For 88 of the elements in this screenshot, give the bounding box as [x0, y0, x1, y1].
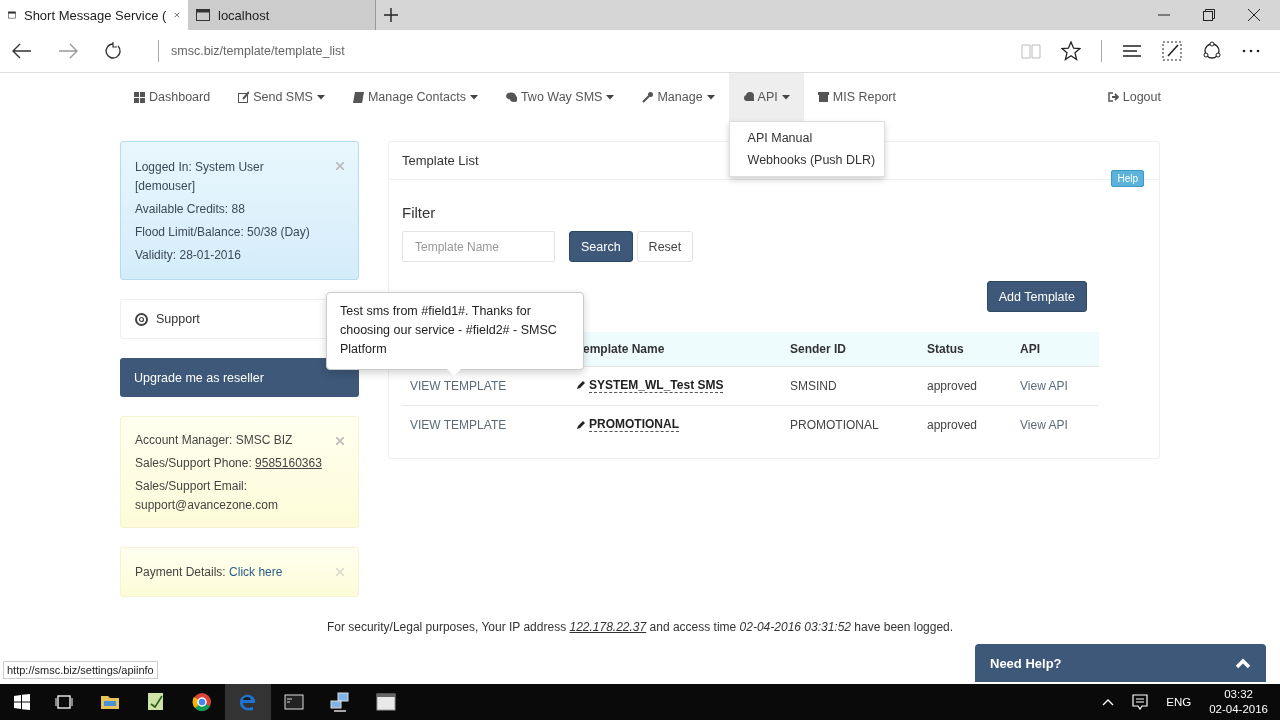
view-api-link[interactable]: View API — [1020, 417, 1068, 432]
contact-text: Sales/Support Email: support@avancezone.com — [135, 478, 279, 514]
pencil-icon — [576, 380, 586, 391]
table-cell: approved — [927, 378, 978, 393]
menu-item[interactable]: Webhooks (Push DLR) — [729, 149, 884, 171]
template-name-link[interactable]: SYSTEM_WL_Test SMS — [576, 377, 724, 393]
template-name-field[interactable]: Template Name — [402, 231, 555, 262]
archive-icon — [817, 91, 829, 103]
window-icon — [376, 692, 396, 712]
payment-text: Payment Details: Click here — [135, 564, 284, 581]
sign-out-icon — [1107, 91, 1119, 103]
table-cell: PROMOTIONAL — [790, 417, 879, 432]
caret-icon — [316, 94, 325, 100]
add-template-button[interactable]: Add Template — [986, 281, 1087, 312]
nav-item[interactable]: API — [728, 73, 804, 121]
caret-icon — [706, 94, 715, 100]
table-cell: SMSIND — [790, 378, 837, 393]
status-url: http://smsc.biz/settings/apiinfo — [3, 661, 158, 679]
table-cell: approved — [927, 417, 978, 432]
notification-icon[interactable] — [1132, 694, 1149, 710]
pencil-icon — [576, 419, 586, 430]
info-text: Flood Limit/Balance: 50/38 (Day) — [135, 224, 311, 241]
notepad-icon — [146, 692, 166, 712]
click-here-link[interactable]: Click here — [229, 565, 283, 579]
phone-link[interactable]: 9585160363 — [255, 456, 322, 470]
wrench-icon — [642, 91, 654, 103]
security-notice: For security/Legal purposes, Your IP address 122.178.22.37 and access time 02-04-2016 03:31:52 have been logged. — [325, 620, 955, 634]
address-field[interactable]: smsc.biz/template/template_list — [171, 44, 345, 58]
share-icon[interactable] — [1202, 41, 1222, 61]
refresh-icon[interactable] — [104, 42, 122, 60]
reset-button[interactable]: Reset — [636, 231, 694, 262]
chrome-icon — [192, 692, 212, 712]
hub-icon[interactable] — [1122, 44, 1142, 58]
search-button[interactable]: Search — [569, 231, 633, 262]
back-icon[interactable] — [12, 43, 32, 59]
nav-item[interactable]: Send SMS — [224, 73, 339, 121]
terminal-icon — [284, 692, 304, 712]
view-template-link[interactable]: VIEW TEMPLATE — [410, 417, 507, 432]
view-api-link[interactable]: View API — [1020, 378, 1068, 393]
ip-address-link[interactable]: 122.178.22.37 — [569, 620, 647, 634]
contact-text: Account Manager: SMSC BIZ — [135, 432, 294, 449]
filter-heading: Filter — [402, 204, 437, 221]
contact-text: Sales/Support Phone: 9585160363 — [135, 455, 323, 472]
browser-tab[interactable]: localhost — [188, 0, 376, 30]
nav-item[interactable]: Manage Contacts — [338, 73, 492, 121]
column-header: Status — [926, 332, 1019, 366]
column-header: API — [1019, 332, 1099, 366]
info-text: Logged In: System User [demouser] — [135, 159, 265, 195]
page-icon — [8, 9, 16, 21]
caret-icon — [469, 94, 478, 100]
task-view-icon[interactable] — [55, 695, 73, 709]
caret-icon — [781, 94, 790, 100]
panel-title: Template List — [402, 153, 479, 168]
forward-icon[interactable] — [58, 43, 78, 59]
view-template-link[interactable]: VIEW TEMPLATE — [410, 378, 507, 393]
nav-item[interactable]: Dashboard — [122, 73, 225, 121]
nav-item[interactable]: Two Way SMS — [491, 73, 629, 121]
support-link[interactable]: Support — [135, 312, 200, 326]
chevron-up-icon — [1235, 657, 1251, 669]
start-icon[interactable] — [14, 694, 30, 710]
new-tab-icon[interactable] — [384, 8, 398, 22]
nav-item[interactable]: Manage — [628, 73, 729, 121]
info-text: Validity: 28-01-2016 — [135, 247, 242, 264]
lifebuoy-icon — [135, 312, 148, 326]
star-icon[interactable] — [1061, 41, 1081, 61]
menu-item[interactable]: API Manual — [729, 127, 884, 149]
caret-icon — [606, 94, 615, 100]
language-indicator[interactable]: ENG — [1166, 696, 1192, 708]
close-icon[interactable] — [1248, 9, 1260, 21]
edit-icon — [238, 91, 250, 103]
clock-time[interactable]: 03:32 — [1224, 687, 1253, 702]
template-name-link[interactable]: PROMOTIONAL — [576, 417, 679, 432]
browser-tab[interactable]: Short Message Service ( — [0, 0, 188, 30]
edge-icon — [238, 692, 258, 712]
note-icon[interactable] — [1162, 41, 1182, 61]
need-help-bar[interactable]: Need Help? — [975, 644, 1266, 682]
nav-item[interactable]: MIS Report — [803, 73, 910, 121]
page-icon — [196, 9, 210, 21]
network-icon — [330, 692, 350, 712]
logout-link[interactable]: Logout — [1093, 73, 1173, 121]
upgrade-button[interactable]: Upgrade me as reseller — [120, 358, 359, 397]
info-text: Available Credits: 88 — [135, 201, 246, 218]
restore-icon[interactable] — [1203, 9, 1215, 21]
more-icon[interactable] — [1242, 49, 1260, 53]
chevron-up-icon[interactable] — [1102, 698, 1115, 706]
grid-icon — [134, 91, 145, 103]
clock-date[interactable]: 02-04-2016 — [1209, 702, 1268, 717]
column-header: Sender ID — [789, 332, 926, 366]
